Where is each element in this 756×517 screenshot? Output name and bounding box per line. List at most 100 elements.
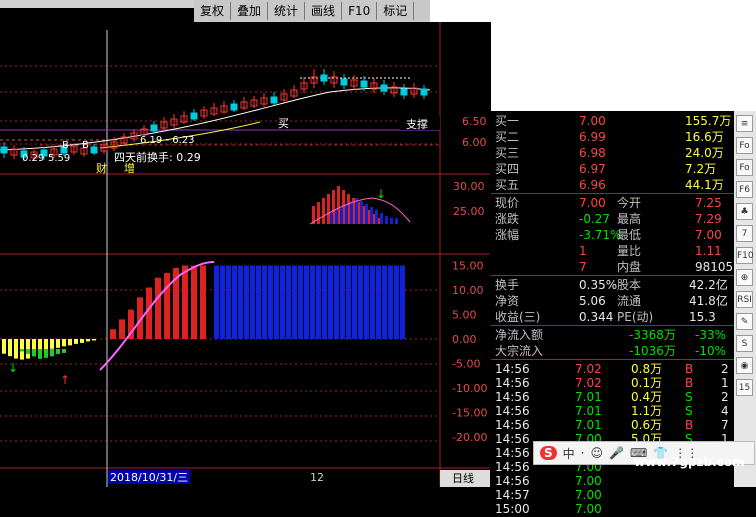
candle-body xyxy=(90,146,98,154)
ime-mic-icon[interactable]: 🎤 xyxy=(609,446,624,460)
toolbar-tongji[interactable]: 统计 xyxy=(268,2,306,20)
ind-yellow-bar xyxy=(56,339,60,348)
fund-value: 42.2亿 xyxy=(689,278,728,292)
ind-blue-bar xyxy=(328,265,333,339)
bid-price: 6.96 xyxy=(579,178,606,192)
stat-value: 7 xyxy=(579,260,587,274)
ind-blue-bar xyxy=(226,265,231,339)
day-line-tab[interactable]: 日线 xyxy=(452,471,474,485)
right-tool-icon[interactable]: F10 xyxy=(736,247,754,264)
stat-value: -0.27 xyxy=(579,212,611,226)
stat-value: -3.71% xyxy=(579,228,622,242)
ind-blue-bar xyxy=(322,265,327,339)
right-tool-icon[interactable]: ⊕ xyxy=(736,269,753,286)
flow-row: 大宗流入 -1036万 -10% xyxy=(495,343,731,359)
ind-red-bar xyxy=(191,265,197,339)
ind-blue-bar xyxy=(232,265,237,339)
stat-label: 内盘 xyxy=(617,260,642,274)
separator xyxy=(491,325,734,326)
ind-axis-label: 0.00 xyxy=(452,333,477,346)
ind-red-bar xyxy=(155,277,161,339)
ind-yellow-bar xyxy=(92,339,96,341)
fund-label: 收益(三) xyxy=(495,310,541,324)
stat-value: 7.00 xyxy=(579,196,606,210)
toolbar-fuquan[interactable]: 复权 xyxy=(194,2,232,20)
bid-label: 买三 xyxy=(495,146,520,160)
right-tool-icon[interactable]: F6 xyxy=(736,181,753,198)
cai-label: 财 xyxy=(96,161,107,175)
candle-body xyxy=(150,124,158,132)
bid-label: 买一 xyxy=(495,114,520,128)
ind-yellow-bar xyxy=(62,339,66,347)
ind-blue-bar xyxy=(262,265,267,339)
fund-label: 流通 xyxy=(617,294,642,308)
ind-blue-bar xyxy=(250,265,255,339)
separator xyxy=(491,359,734,360)
b-mark-2: B xyxy=(82,140,89,151)
fund-value: 0.35% xyxy=(579,278,618,292)
stat-label: 现价 xyxy=(495,196,520,210)
ind-axis-label: -5.00 xyxy=(452,358,480,371)
stat-label: 最高 xyxy=(617,212,642,226)
candle-body xyxy=(400,88,408,96)
kline-chart[interactable]: 6.50 6.00 30.00 25.00 15.00 10.00 5.00 0.00… xyxy=(0,0,490,487)
bid-price: 6.97 xyxy=(579,162,606,176)
fund-row: 收益(三) 0.344 PE(动) 15.3 xyxy=(495,309,731,325)
ind-green-bar xyxy=(38,349,42,359)
right-tool-icon[interactable]: RSI xyxy=(736,291,753,308)
watermark: www.7gpzb.com xyxy=(634,455,745,469)
macd-blue-bar xyxy=(335,210,338,224)
right-tool-icon[interactable]: ♣ xyxy=(736,203,753,220)
ind-blue-bar xyxy=(340,265,345,339)
macd-blue-bar xyxy=(385,216,388,224)
right-tool-icon[interactable]: 15 xyxy=(736,379,753,396)
b-mark-1: B xyxy=(62,140,69,151)
bid-volume: 16.6万 xyxy=(685,130,724,144)
macd-blue-bar xyxy=(365,204,368,224)
ind-yellow-bar xyxy=(80,339,84,343)
right-tool-icon[interactable]: Fo xyxy=(736,137,753,154)
right-tool-icon[interactable]: S xyxy=(736,335,753,352)
right-tool-icon[interactable]: ◉ xyxy=(736,357,753,374)
bid-row: 买一 7.00 155.7万 xyxy=(495,113,731,129)
ind-axis-label: 15.00 xyxy=(452,260,484,273)
flow-pct: -10% xyxy=(695,344,727,358)
ind-yellow-bar xyxy=(86,339,90,342)
ind-yellow-bar xyxy=(14,339,18,359)
right-tool-icon[interactable]: Fo xyxy=(736,159,753,176)
toolbar-biaoji[interactable]: 标记 xyxy=(377,2,415,20)
ime-punct-icon[interactable]: · xyxy=(581,446,585,460)
fund-row: 净资 5.06 流通 41.8亿 xyxy=(495,293,731,309)
ind-blue-bar xyxy=(292,265,297,339)
ind-axis-label: 10.00 xyxy=(452,284,484,297)
stat-value: 7.00 xyxy=(695,228,722,242)
fund-value: 5.06 xyxy=(579,294,606,308)
flow-pct: -33% xyxy=(695,328,727,342)
ind-blue-bar xyxy=(376,265,381,339)
sogou-logo-icon[interactable]: S xyxy=(540,446,557,460)
macd-red-bar xyxy=(317,202,320,224)
toolbar-diejia[interactable]: 叠加 xyxy=(231,2,269,20)
candle-body xyxy=(320,74,328,82)
right-tool-icon[interactable]: ✎ xyxy=(736,313,753,330)
ime-lang[interactable]: 中 xyxy=(563,445,575,462)
ma-text: 6.19 - 6.23 xyxy=(140,135,195,146)
macd-blue-bar xyxy=(375,210,378,224)
toolbar-f10[interactable]: F10 xyxy=(342,2,378,20)
candle-body xyxy=(190,112,198,120)
fund-value: 15.3 xyxy=(689,310,716,324)
toolbar-huaxian[interactable]: 画线 xyxy=(305,2,343,20)
fund-value: 0.344 xyxy=(579,310,614,324)
bid-row: 买四 6.97 7.2万 xyxy=(495,161,731,177)
fund-value: 41.8亿 xyxy=(689,294,728,308)
ind-blue-bar xyxy=(394,265,399,339)
ind-yellow-bar xyxy=(2,339,6,354)
ime-emoji-icon[interactable]: ☺ xyxy=(591,446,604,460)
ind-blue-bar xyxy=(304,265,309,339)
price-label-600: 6.00 xyxy=(462,136,487,149)
right-tool-icon[interactable]: 7 xyxy=(736,225,753,242)
right-tool-icon[interactable]: ≡ xyxy=(736,115,753,132)
tick-time: 15:00 xyxy=(495,502,530,516)
ind-axis-label: -15.00 xyxy=(452,407,487,420)
stat-label: 最低 xyxy=(617,228,642,242)
